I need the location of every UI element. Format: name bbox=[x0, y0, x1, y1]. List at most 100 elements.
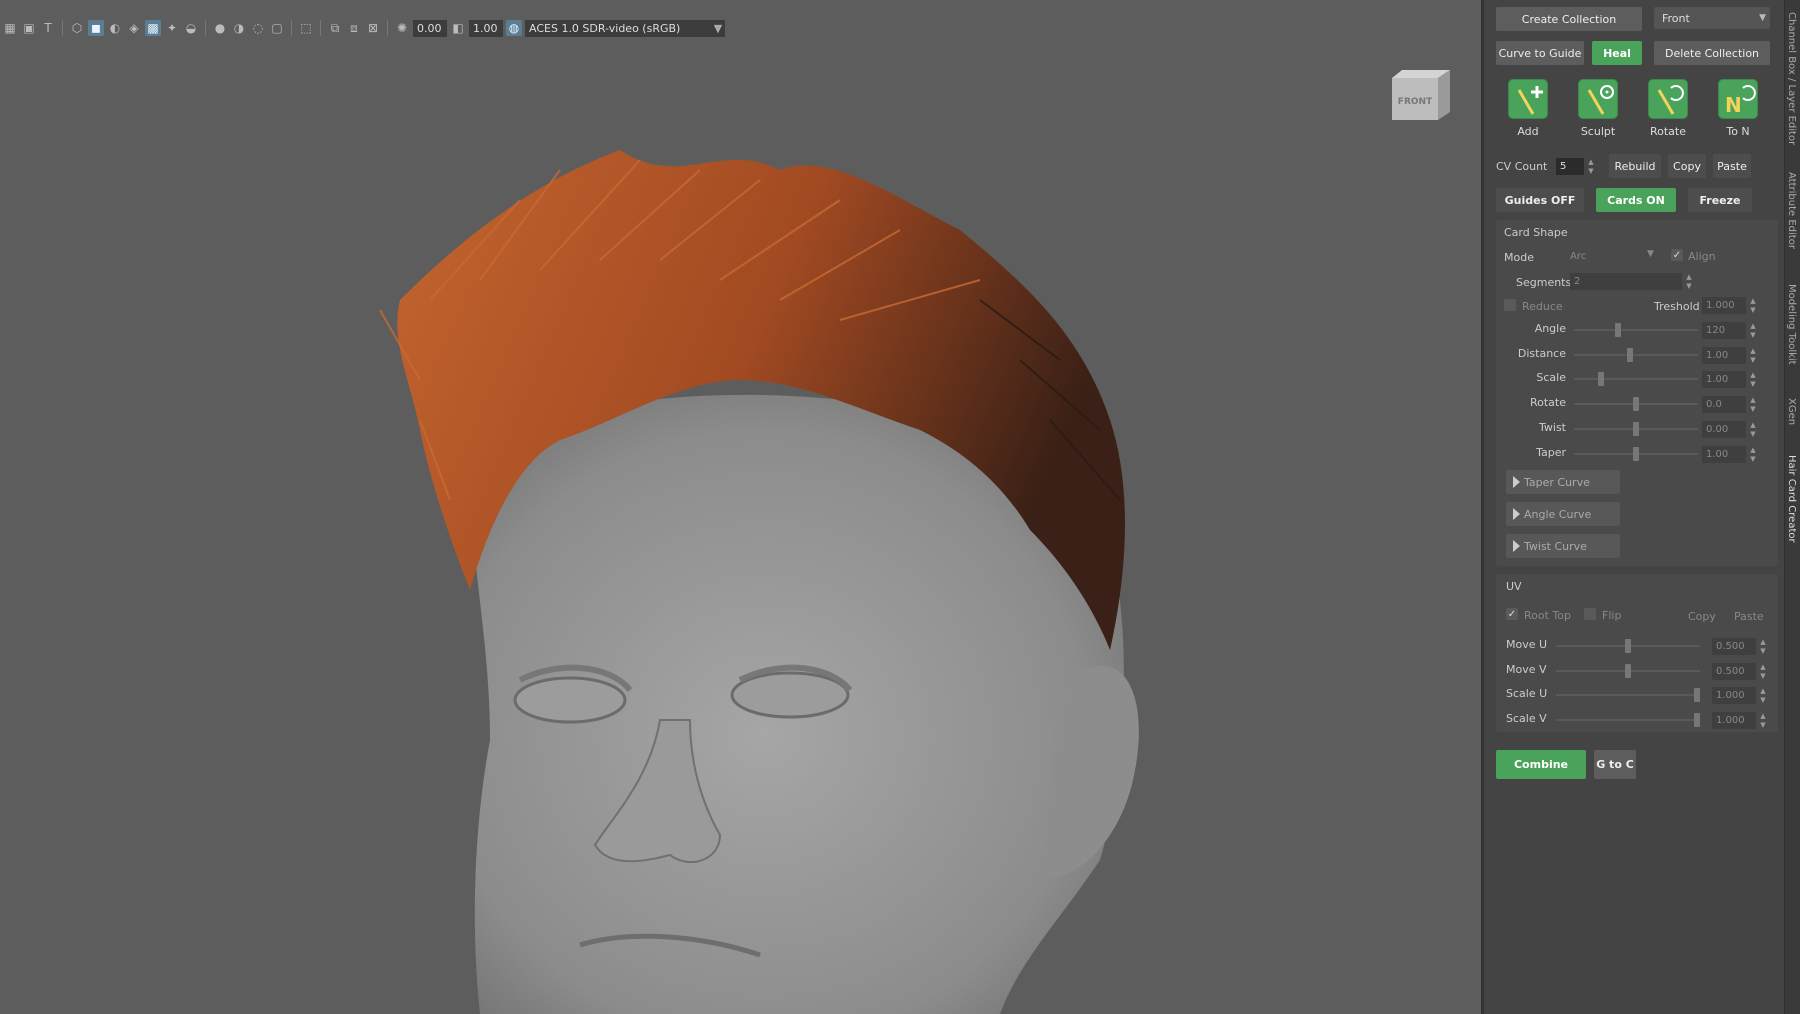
ambient-occlusion-icon[interactable]: ● bbox=[212, 20, 228, 36]
color-management-icon[interactable]: ◍ bbox=[506, 20, 522, 36]
align-checkbox[interactable]: ✓ bbox=[1671, 249, 1683, 261]
combine-button[interactable]: Combine bbox=[1496, 750, 1586, 779]
wireframe-on-shaded-icon[interactable]: ◈ bbox=[126, 20, 142, 36]
segments-field[interactable]: 2 bbox=[1570, 273, 1682, 290]
wireframe-cube-icon[interactable]: ⬡ bbox=[69, 20, 85, 36]
card-shape-field[interactable]: 1.00 bbox=[1702, 371, 1746, 389]
card-shape-slider-thumb[interactable] bbox=[1633, 446, 1639, 461]
delete-collection-button[interactable]: Delete Collection bbox=[1654, 41, 1770, 65]
viewport[interactable]: ▦ ▣ T ⬡ ◼ ◐ ◈ ▩ ✦ ◒ ● ◑ ◌ ▢ ⬚ ⧉ ⧈ ⊠ ✺ 0.… bbox=[0, 0, 1481, 1014]
card-shape-slider[interactable] bbox=[1574, 372, 1698, 387]
copy-button[interactable]: Copy bbox=[1668, 154, 1706, 178]
xray-icon[interactable]: ⧉ bbox=[327, 20, 343, 36]
motion-blur-icon[interactable]: ◑ bbox=[231, 20, 247, 36]
lights-icon[interactable]: ✦ bbox=[164, 20, 180, 36]
g-to-c-button[interactable]: G to C bbox=[1594, 750, 1636, 779]
view-dropdown[interactable]: Front ▼ bbox=[1654, 7, 1770, 29]
anti-alias-icon[interactable]: ◌ bbox=[250, 20, 266, 36]
curve-to-guide-button[interactable]: Curve to Guide bbox=[1496, 41, 1584, 65]
card-shape-field[interactable]: 0.0 bbox=[1702, 396, 1746, 414]
mode-dropdown[interactable]: Arc bbox=[1566, 248, 1654, 265]
textured-icon[interactable]: ▩ bbox=[145, 20, 161, 36]
uv-field[interactable]: 1.000 bbox=[1712, 687, 1756, 704]
uv-slider-thumb[interactable] bbox=[1625, 639, 1631, 653]
exposure-field[interactable]: 0.00 bbox=[413, 19, 447, 37]
cards-on-button[interactable]: Cards ON bbox=[1596, 188, 1676, 212]
text-icon[interactable]: T bbox=[40, 20, 56, 36]
uv-slider[interactable] bbox=[1556, 688, 1700, 702]
viewcube[interactable]: FRONT bbox=[1392, 70, 1450, 120]
rotate-tool[interactable]: Rotate bbox=[1644, 79, 1692, 138]
card-shape-slider-thumb[interactable] bbox=[1627, 347, 1634, 362]
card-shape-spinner[interactable]: ▲ ▼ bbox=[1748, 347, 1758, 364]
guides-off-button[interactable]: Guides OFF bbox=[1496, 188, 1584, 212]
uv-spinner[interactable]: ▲ ▼ bbox=[1758, 712, 1768, 729]
heal-button[interactable]: Heal bbox=[1592, 41, 1642, 65]
uv-slider-thumb[interactable] bbox=[1694, 712, 1700, 727]
modeling-toolkit-tab[interactable]: Modeling Toolkit bbox=[1786, 284, 1797, 365]
flip-checkbox[interactable] bbox=[1584, 608, 1596, 620]
freeze-button[interactable]: Freeze bbox=[1688, 188, 1752, 212]
channel-box-tab[interactable]: Channel Box / Layer Editor bbox=[1786, 12, 1797, 145]
card-shape-field[interactable]: 0.00 bbox=[1702, 420, 1746, 438]
uv-slider[interactable] bbox=[1556, 663, 1700, 678]
color-space-dropdown[interactable]: ACES 1.0 SDR-video (sRGB) ▼ bbox=[525, 19, 725, 37]
segments-spinner[interactable]: ▲ ▼ bbox=[1684, 273, 1694, 290]
xray-joints-icon[interactable]: ⧈ bbox=[346, 20, 362, 36]
card-shape-spinner[interactable]: ▲ ▼ bbox=[1748, 446, 1758, 463]
isolate-select-icon[interactable]: ⬚ bbox=[298, 20, 314, 36]
card-shape-spinner[interactable]: ▲ ▼ bbox=[1748, 396, 1758, 413]
uv-slider[interactable] bbox=[1556, 712, 1700, 727]
angle-curve-toggle[interactable]: Angle Curve bbox=[1506, 502, 1620, 526]
paste-button[interactable]: Paste bbox=[1713, 154, 1751, 178]
uv-spinner[interactable]: ▲ ▼ bbox=[1758, 638, 1768, 655]
uv-paste-button[interactable]: Paste bbox=[1734, 610, 1764, 623]
card-shape-slider[interactable] bbox=[1574, 446, 1698, 461]
sculpt-tool[interactable]: Sculpt bbox=[1574, 79, 1622, 138]
uv-slider-thumb[interactable] bbox=[1694, 688, 1700, 702]
shaded-cube-icon[interactable]: ◼ bbox=[88, 20, 104, 36]
uv-spinner[interactable]: ▲ ▼ bbox=[1758, 663, 1768, 680]
card-shape-spinner[interactable]: ▲ ▼ bbox=[1748, 371, 1758, 388]
create-collection-button[interactable]: Create Collection bbox=[1496, 7, 1642, 31]
rebuild-button[interactable]: Rebuild bbox=[1609, 154, 1661, 178]
card-shape-field[interactable]: 1.00 bbox=[1702, 445, 1746, 463]
twist-curve-toggle[interactable]: Twist Curve bbox=[1506, 534, 1620, 558]
uv-field[interactable]: 1.000 bbox=[1712, 711, 1756, 729]
uv-field[interactable]: 0.500 bbox=[1712, 662, 1756, 680]
card-shape-slider[interactable] bbox=[1574, 347, 1698, 362]
card-shape-field[interactable]: 120 bbox=[1702, 322, 1746, 339]
treshold-spinner[interactable]: ▲ ▼ bbox=[1748, 297, 1758, 314]
card-shape-slider-thumb[interactable] bbox=[1597, 372, 1604, 387]
card-shape-slider[interactable] bbox=[1574, 323, 1698, 337]
card-shape-slider-thumb[interactable] bbox=[1615, 323, 1622, 337]
cv-count-spinner[interactable]: ▲ ▼ bbox=[1586, 158, 1596, 175]
card-shape-slider-thumb[interactable] bbox=[1633, 421, 1639, 436]
root-top-checkbox[interactable]: ✓ bbox=[1506, 608, 1518, 620]
cv-count-field[interactable]: 5 bbox=[1556, 158, 1584, 175]
xgen-tab[interactable]: XGen bbox=[1786, 398, 1797, 425]
image-plane-icon[interactable]: ▣ bbox=[21, 20, 37, 36]
uv-spinner[interactable]: ▲ ▼ bbox=[1758, 687, 1768, 704]
card-shape-field[interactable]: 1.00 bbox=[1702, 346, 1746, 364]
uv-slider[interactable] bbox=[1556, 639, 1700, 653]
attribute-editor-tab[interactable]: Attribute Editor bbox=[1786, 172, 1797, 249]
gamma-field[interactable]: 1.00 bbox=[469, 19, 503, 37]
add-tool[interactable]: Add bbox=[1504, 79, 1552, 138]
uv-field[interactable]: 0.500 bbox=[1712, 638, 1756, 655]
depth-of-field-icon[interactable]: ▢ bbox=[269, 20, 285, 36]
taper-curve-toggle[interactable]: Taper Curve bbox=[1506, 470, 1620, 494]
card-shape-spinner[interactable]: ▲ ▼ bbox=[1748, 421, 1758, 438]
grid-icon[interactable]: ▦ bbox=[2, 20, 18, 36]
card-shape-slider[interactable] bbox=[1574, 421, 1698, 436]
reduce-checkbox[interactable] bbox=[1504, 299, 1516, 311]
uv-slider-thumb[interactable] bbox=[1625, 663, 1631, 678]
xray-components-icon[interactable]: ⊠ bbox=[365, 20, 381, 36]
card-shape-slider-thumb[interactable] bbox=[1633, 397, 1639, 412]
hair-card-creator-tab[interactable]: Hair Card Creator bbox=[1786, 455, 1797, 543]
card-shape-slider[interactable] bbox=[1574, 397, 1698, 412]
uv-copy-button[interactable]: Copy bbox=[1688, 610, 1716, 623]
to-n-tool[interactable]: N To N bbox=[1714, 79, 1762, 138]
card-shape-spinner[interactable]: ▲ ▼ bbox=[1748, 322, 1758, 339]
smooth-shade-icon[interactable]: ◐ bbox=[107, 20, 123, 36]
